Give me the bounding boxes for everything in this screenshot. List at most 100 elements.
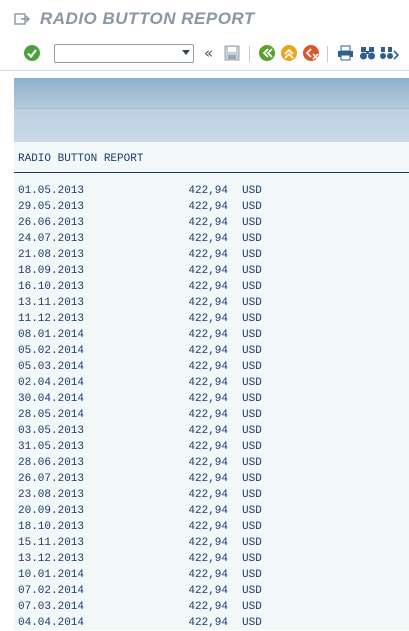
command-field[interactable] xyxy=(54,44,194,63)
list-item[interactable]: 18.10.2013 422,94 USD xyxy=(18,519,398,535)
enter-check-icon xyxy=(24,45,40,61)
list-item[interactable]: 08.01.2014 422,94 USD xyxy=(18,327,398,343)
row-date: 04.04.2014 xyxy=(18,617,85,629)
list-item[interactable]: 13.12.2013 422,94 USD xyxy=(18,551,398,567)
find-icon xyxy=(359,47,375,60)
list-item[interactable]: 23.08.2013 422,94 USD xyxy=(18,487,398,503)
list-item[interactable]: 02.04.2014 422,94 USD xyxy=(18,375,398,391)
row-amount: 422,94 xyxy=(188,233,228,245)
row-date: 08.01.2014 xyxy=(18,329,85,341)
row-date: 03.05.2013 xyxy=(18,425,85,437)
list-item[interactable]: 29.05.2013 422,94 USD xyxy=(18,199,398,215)
find-button[interactable] xyxy=(357,43,377,63)
row-date: 11.12.2013 xyxy=(18,313,85,325)
row-currency: USD xyxy=(242,473,262,485)
report-title: RADIO BUTTON REPORT xyxy=(18,153,144,165)
list-item[interactable]: 10.01.2014 422,94 USD xyxy=(18,567,398,583)
row-amount: 422,94 xyxy=(188,473,228,485)
cancel-button[interactable] xyxy=(301,43,321,63)
list-item[interactable]: 05.02.2014 422,94 USD xyxy=(18,343,398,359)
report-list: RADIO BUTTON REPORT 01.05.2013 422,94 USD 2… xyxy=(14,142,409,630)
header-band-lower xyxy=(14,109,409,142)
row-date: 13.12.2013 xyxy=(18,553,85,565)
list-item[interactable]: 20.09.2013 422,94 USD xyxy=(18,503,398,519)
row-date: 29.05.2013 xyxy=(18,201,85,213)
row-date: 02.04.2014 xyxy=(18,377,85,389)
find-next-icon xyxy=(379,47,399,60)
list-item[interactable]: 11.12.2013 422,94 USD xyxy=(18,311,398,327)
list-item[interactable]: 13.11.2013 422,94 USD xyxy=(18,295,398,311)
list-item[interactable]: 01.05.2013 422,94 USD xyxy=(18,183,398,199)
report-rows: 01.05.2013 422,94 USD 29.05.2013 422,94 USD 26… xyxy=(18,183,398,631)
cancel-icon xyxy=(303,45,319,61)
row-currency: USD xyxy=(242,265,262,277)
row-amount: 422,94 xyxy=(188,601,228,613)
menu-exit-icon[interactable] xyxy=(14,12,30,26)
row-currency: USD xyxy=(242,425,262,437)
row-currency: USD xyxy=(242,569,262,581)
chevron-down-icon[interactable] xyxy=(182,50,190,55)
list-item[interactable]: 31.05.2013 422,94 USD xyxy=(18,439,398,455)
row-currency: USD xyxy=(242,441,262,453)
row-amount: 422,94 xyxy=(188,329,228,341)
row-amount: 422,94 xyxy=(188,201,228,213)
print-button[interactable] xyxy=(335,43,355,63)
header-band-upper xyxy=(14,78,409,108)
list-item[interactable]: 24.07.2013 422,94 USD xyxy=(18,231,398,247)
list-item[interactable]: 07.03.2014 422,94 USD xyxy=(18,599,398,615)
row-amount: 422,94 xyxy=(188,457,228,469)
row-currency: USD xyxy=(242,505,262,517)
row-amount: 422,94 xyxy=(188,489,228,501)
row-date: 10.01.2014 xyxy=(18,569,85,581)
row-currency: USD xyxy=(242,313,262,325)
exit-icon xyxy=(281,45,297,61)
row-amount: 422,94 xyxy=(188,521,228,533)
row-amount: 422,94 xyxy=(188,249,228,261)
list-item[interactable]: 28.05.2014 422,94 USD xyxy=(18,407,398,423)
row-currency: USD xyxy=(242,217,262,229)
list-item[interactable]: 21.08.2013 422,94 USD xyxy=(18,247,398,263)
row-amount: 422,94 xyxy=(188,537,228,549)
row-currency: USD xyxy=(242,297,262,309)
row-amount: 422,94 xyxy=(188,393,228,405)
command-input[interactable] xyxy=(57,46,175,61)
row-date: 23.08.2013 xyxy=(18,489,85,501)
row-amount: 422,94 xyxy=(188,569,228,581)
save-button[interactable] xyxy=(222,43,242,63)
row-date: 26.06.2013 xyxy=(18,217,85,229)
row-date: 05.03.2014 xyxy=(18,361,85,373)
row-date: 15.11.2013 xyxy=(18,537,85,549)
enter-button[interactable] xyxy=(22,43,42,63)
exit-button[interactable] xyxy=(279,43,299,63)
row-amount: 422,94 xyxy=(188,441,228,453)
header-band xyxy=(14,78,409,142)
list-item[interactable]: 28.06.2013 422,94 USD xyxy=(18,455,398,471)
list-item[interactable]: 07.02.2014 422,94 USD xyxy=(18,583,398,599)
row-date: 30.04.2014 xyxy=(18,393,85,405)
find-next-button[interactable] xyxy=(379,43,399,63)
row-amount: 422,94 xyxy=(188,585,228,597)
list-item[interactable]: 30.04.2014 422,94 USD xyxy=(18,391,398,407)
list-item[interactable]: 03.05.2013 422,94 USD xyxy=(18,423,398,439)
list-item[interactable]: 04.04.2014 422,94 USD xyxy=(18,615,398,631)
save-icon xyxy=(224,45,240,61)
row-amount: 422,94 xyxy=(188,505,228,517)
row-amount: 422,94 xyxy=(188,185,228,197)
list-item[interactable]: 05.03.2014 422,94 USD xyxy=(18,359,398,375)
row-currency: USD xyxy=(242,185,262,197)
toolbar: « xyxy=(0,38,409,71)
list-item[interactable]: 18.09.2013 422,94 USD xyxy=(18,263,398,279)
row-amount: 422,94 xyxy=(188,265,228,277)
row-amount: 422,94 xyxy=(188,409,228,421)
row-date: 18.10.2013 xyxy=(18,521,85,533)
row-date: 24.07.2013 xyxy=(18,233,85,245)
row-currency: USD xyxy=(242,377,262,389)
row-date: 20.09.2013 xyxy=(18,505,85,517)
list-item[interactable]: 26.06.2013 422,94 USD xyxy=(18,215,398,231)
collapse-arrows-icon[interactable]: « xyxy=(204,44,213,62)
list-item[interactable]: 26.07.2013 422,94 USD xyxy=(18,471,398,487)
list-item[interactable]: 15.11.2013 422,94 USD xyxy=(18,535,398,551)
row-date: 07.02.2014 xyxy=(18,585,85,597)
back-button[interactable] xyxy=(257,43,277,63)
list-item[interactable]: 16.10.2013 422,94 USD xyxy=(18,279,398,295)
